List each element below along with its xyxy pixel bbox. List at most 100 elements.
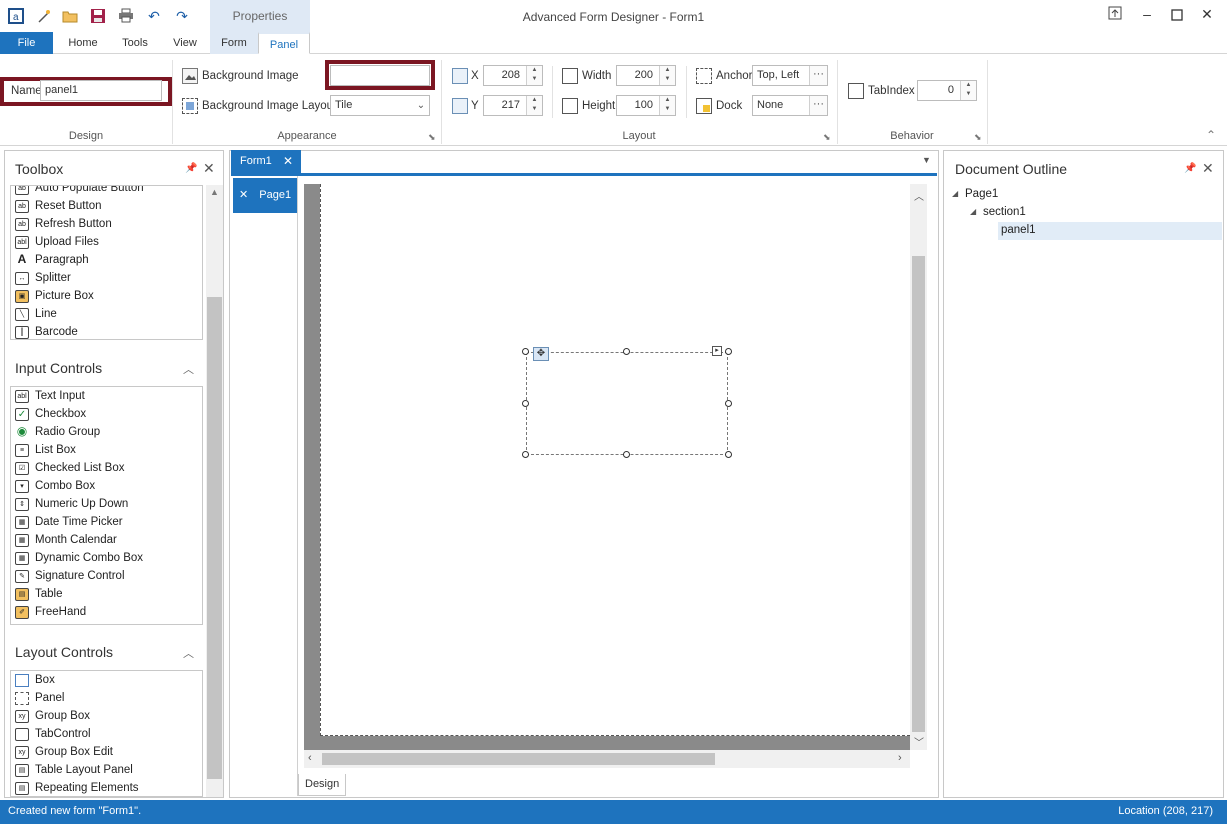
redo-icon[interactable]: ↷: [172, 6, 192, 26]
dock-ellipsis-button[interactable]: ···: [809, 96, 827, 115]
resize-handle-sw[interactable]: [522, 451, 529, 458]
outline-node-panel1[interactable]: panel1: [998, 222, 1222, 240]
tab-form1-document[interactable]: Form1 ✕: [231, 150, 301, 173]
tab-file[interactable]: File: [0, 32, 53, 54]
toolbox-item[interactable]: ▦ Month Calendar: [11, 532, 202, 550]
chevron-down-icon[interactable]: ⌄: [413, 96, 429, 115]
resize-handle-se[interactable]: [725, 451, 732, 458]
resize-handle-s[interactable]: [623, 451, 630, 458]
toolbox-item[interactable]: abl Text Input: [11, 388, 202, 406]
toolbox-item[interactable]: ▤ Repeating Elements: [11, 780, 202, 796]
toolbox-item[interactable]: xy Group Box: [11, 708, 202, 726]
toolbox-item[interactable]: ▾ Combo Box: [11, 478, 202, 496]
outline-node-page1[interactable]: Page1: [965, 188, 998, 200]
scroll-left-chevron-icon[interactable]: ‹: [308, 752, 312, 764]
close-icon[interactable]: ✕: [1202, 160, 1214, 177]
document-list-chevron-down-icon[interactable]: ▼: [922, 155, 931, 165]
appearance-dialog-launcher-icon[interactable]: ⬊: [428, 132, 436, 143]
spin-arrows-icon[interactable]: ▲ ▼: [960, 81, 976, 100]
print-icon[interactable]: [116, 6, 136, 26]
toolbox-item[interactable]: Panel: [11, 690, 202, 708]
toolbox-item[interactable]: ⇕ Numeric Up Down: [11, 496, 202, 514]
layout-controls-header[interactable]: Layout Controls: [15, 644, 113, 660]
scroll-up-icon[interactable]: ▲: [210, 187, 219, 197]
anchor-field[interactable]: Top, Left ···: [752, 65, 828, 86]
toolbox-item[interactable]: ab Refresh Button: [11, 216, 202, 234]
undo-icon[interactable]: ↶: [144, 6, 164, 26]
scrollbar-thumb[interactable]: [322, 753, 715, 765]
form-page-canvas[interactable]: [320, 184, 910, 736]
tab-page1[interactable]: ✕ Page1: [233, 178, 297, 213]
toolbox-item[interactable]: ▤ Table Layout Panel: [11, 762, 202, 780]
y-spinner[interactable]: 217 ▲ ▼: [483, 95, 543, 116]
toolbox-item[interactable]: TabControl: [11, 726, 202, 744]
selected-panel1[interactable]: [526, 352, 728, 455]
toolbox-item[interactable]: ▣ Picture Box: [11, 288, 202, 306]
tabindex-spinner[interactable]: 0 ▲ ▼: [917, 80, 977, 101]
toolbox-item[interactable]: ✐ FreeHand: [11, 604, 202, 622]
ribbon-display-options-icon[interactable]: [1104, 6, 1126, 26]
spin-arrows-icon[interactable]: ▲ ▼: [526, 96, 542, 115]
pin-icon[interactable]: 📌: [185, 163, 197, 174]
behavior-dialog-launcher-icon[interactable]: ⬊: [974, 132, 982, 143]
minimize-button[interactable]: –: [1136, 6, 1158, 26]
tab-view[interactable]: View: [164, 32, 206, 54]
height-spinner[interactable]: 100 ▲ ▼: [616, 95, 676, 116]
collapse-chevron-up-icon[interactable]: ︿: [183, 645, 194, 661]
tab-form[interactable]: Form: [210, 32, 258, 54]
toolbox-item[interactable]: xy Group Box Edit: [11, 744, 202, 762]
tab-home[interactable]: Home: [60, 32, 106, 54]
background-image-field[interactable]: [330, 65, 430, 86]
open-folder-icon[interactable]: [60, 6, 80, 26]
resize-handle-ne[interactable]: [725, 348, 732, 355]
toolbox-item[interactable]: ↔ Splitter: [11, 270, 202, 288]
close-icon[interactable]: ✕: [239, 189, 248, 201]
background-image-layout-select[interactable]: Tile ⌄: [330, 95, 430, 116]
canvas-horizontal-scrollbar[interactable]: ‹ ›: [304, 750, 910, 768]
canvas-vertical-scrollbar[interactable]: ︿ ﹀: [910, 184, 927, 750]
anchor-ellipsis-button[interactable]: ···: [809, 66, 827, 85]
dock-field[interactable]: None ···: [752, 95, 828, 116]
spin-arrows-icon[interactable]: ▲ ▼: [526, 66, 542, 85]
tab-design-view[interactable]: Design: [298, 774, 346, 796]
toolbox-item[interactable]: ▦ Dynamic Combo Box: [11, 550, 202, 568]
smart-tag-arrow-icon[interactable]: ▸: [712, 346, 722, 356]
layout-dialog-launcher-icon[interactable]: ⬊: [823, 132, 831, 143]
maximize-button[interactable]: [1166, 6, 1188, 26]
toolbox-item[interactable]: abl Upload Files: [11, 234, 202, 252]
spin-arrows-icon[interactable]: ▲ ▼: [659, 96, 675, 115]
toolbox-scrollbar[interactable]: ▲: [206, 185, 223, 797]
collapse-chevron-up-icon[interactable]: ︿: [183, 361, 194, 377]
toolbox-item[interactable]: Box: [11, 672, 202, 690]
toolbox-item[interactable]: ║ Barcode: [11, 324, 202, 339]
toolbox-item[interactable]: ◉ Radio Group: [11, 424, 202, 442]
toolbox-item[interactable]: ≡ List Box: [11, 442, 202, 460]
toolbox-item[interactable]: ab Auto Populate Button: [11, 186, 202, 198]
close-icon[interactable]: ✕: [283, 154, 293, 168]
save-icon[interactable]: [88, 6, 108, 26]
close-icon[interactable]: ✕: [203, 160, 215, 177]
resize-handle-nw[interactable]: [522, 348, 529, 355]
resize-handle-e[interactable]: [725, 400, 732, 407]
resize-handle-w[interactable]: [522, 400, 529, 407]
move-handle-icon[interactable]: ✥: [533, 347, 549, 361]
scroll-up-chevron-icon[interactable]: ︿: [914, 188, 924, 203]
toolbox-item[interactable]: ╲ Line: [11, 306, 202, 324]
pin-icon[interactable]: 📌: [1184, 163, 1196, 174]
outline-node-section1[interactable]: section1: [983, 206, 1026, 218]
toolbox-item[interactable]: ▤ Table: [11, 586, 202, 604]
x-spinner[interactable]: 208 ▲ ▼: [483, 65, 543, 86]
expand-triangle-icon[interactable]: ◢: [970, 207, 976, 216]
scrollbar-thumb[interactable]: [207, 297, 222, 779]
scroll-down-chevron-icon[interactable]: ﹀: [914, 734, 924, 749]
name-field[interactable]: panel1: [40, 80, 162, 101]
width-spinner[interactable]: 200 ▲ ▼: [616, 65, 676, 86]
tab-tools[interactable]: Tools: [112, 32, 158, 54]
tab-panel[interactable]: Panel: [258, 32, 310, 54]
input-controls-header[interactable]: Input Controls: [15, 360, 102, 376]
expand-triangle-icon[interactable]: ◢: [952, 189, 958, 198]
toolbox-item[interactable]: A Paragraph: [11, 252, 202, 270]
new-form-icon[interactable]: [34, 6, 54, 26]
resize-handle-n[interactable]: [623, 348, 630, 355]
scroll-right-chevron-icon[interactable]: ›: [898, 752, 902, 764]
